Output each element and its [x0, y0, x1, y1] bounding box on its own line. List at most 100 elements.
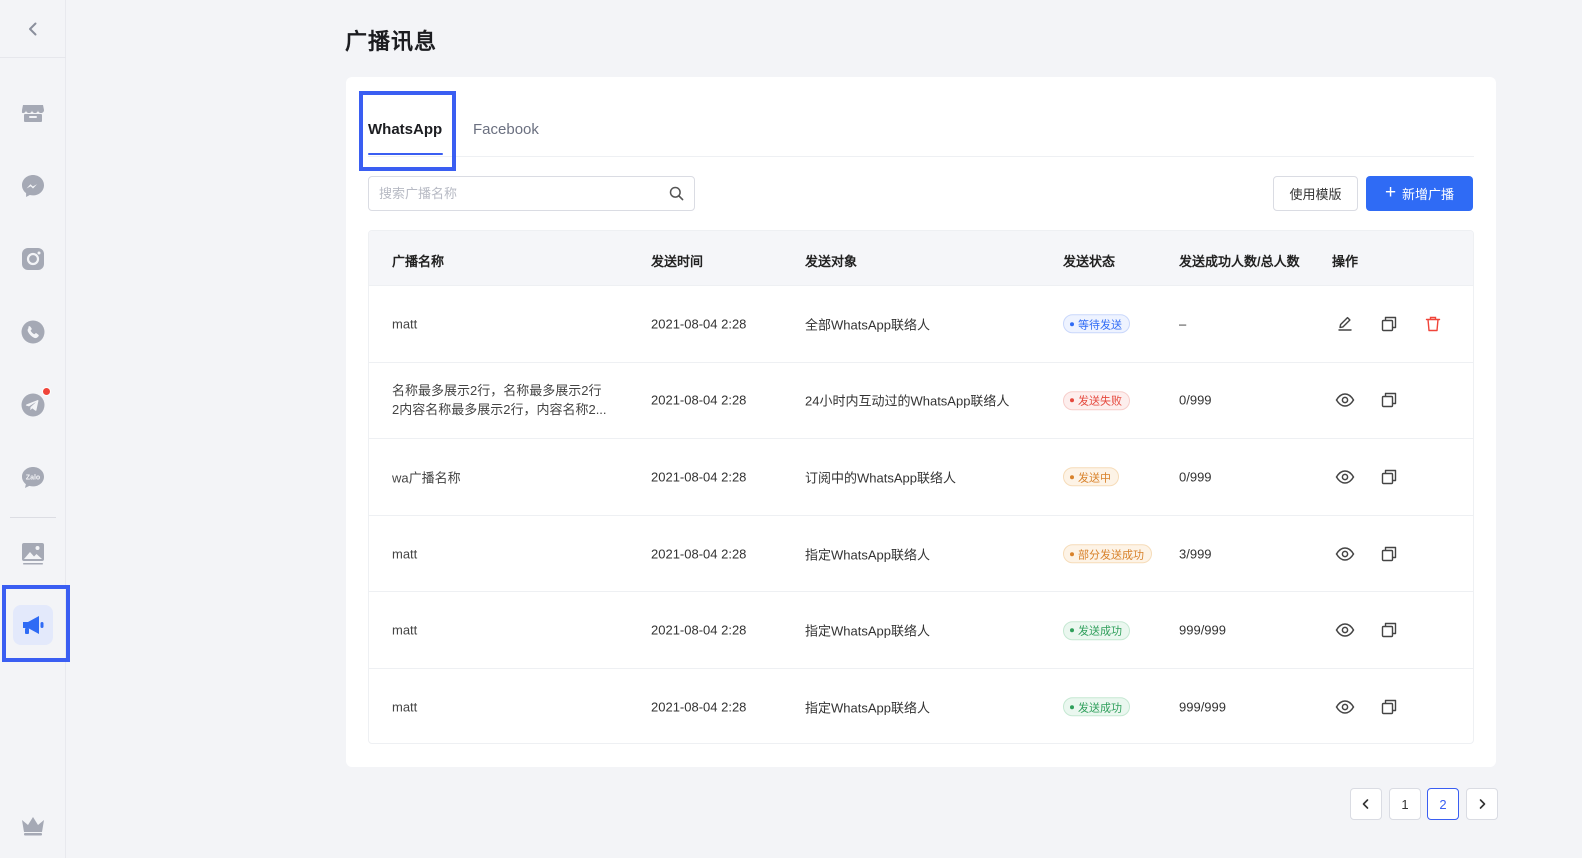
prev-page-button[interactable] [1350, 788, 1382, 820]
header-target: 发送对象 [805, 254, 858, 269]
copy-button[interactable] [1378, 543, 1400, 565]
status-label: 发送中 [1078, 472, 1111, 485]
zalo-icon: Zalo [22, 467, 44, 488]
header-actions: 操作 [1332, 254, 1359, 269]
status-label: 发送失败 [1078, 395, 1122, 408]
sidebar-item-premium[interactable] [13, 805, 53, 845]
add-broadcast-label: 新增广播 [1402, 187, 1455, 202]
eye-icon [1335, 698, 1355, 716]
copy-icon [1380, 315, 1398, 333]
sidebar-item-whatsapp[interactable] [13, 312, 53, 352]
status-dot [1070, 551, 1074, 556]
status-badge: 发送中 [1063, 467, 1119, 487]
page-2-button[interactable]: 2 [1427, 788, 1459, 820]
cell-target: 24小时内互动过的WhatsApp联络人 [805, 393, 1010, 409]
tab-highlight-box [359, 91, 456, 171]
broadcast-table: 广播名称 发送时间 发送对象 发送状态 发送成功人数/总人数 操作 matt 20… [368, 230, 1474, 744]
notification-dot [42, 387, 51, 396]
page-title: 广播讯息 [345, 29, 438, 54]
eye-icon [1335, 391, 1355, 409]
copy-icon [1380, 698, 1398, 716]
copy-icon [1380, 621, 1398, 639]
copy-icon [1380, 468, 1398, 486]
plus-icon: + [1384, 182, 1397, 203]
search-icon[interactable] [669, 186, 684, 201]
copy-icon [1380, 545, 1398, 563]
sidebar-item-gallery[interactable] [13, 533, 53, 573]
search-input[interactable] [369, 177, 649, 210]
search-box [368, 176, 695, 211]
cell-name: 名称最多展示2行，名称最多展示2行 2内容名称最多展示2行，内容名称2... [392, 381, 627, 419]
sidebar-item-zalo[interactable]: Zalo [13, 458, 53, 498]
table-row: matt 2021-08-04 2:28 指定WhatsApp联络人 发送成功 999/… [369, 667, 1473, 743]
view-button[interactable] [1334, 389, 1356, 411]
copy-button[interactable] [1378, 313, 1400, 335]
edit-button[interactable] [1334, 313, 1356, 335]
cell-time: 2021-08-04 2:28 [651, 469, 747, 485]
cell-time: 2021-08-04 2:28 [651, 622, 747, 638]
cell-count: – [1179, 316, 1187, 332]
table-row: wa广播名称 2021-08-04 2:28 订阅中的WhatsApp联络人 发送中 0… [369, 438, 1473, 515]
table-row: 名称最多展示2行，名称最多展示2行 2内容名称最多展示2行，内容名称2... 202… [369, 361, 1473, 439]
sidebar-divider [10, 517, 56, 518]
channel-tabs: WhatsApp Facebook [359, 91, 1474, 171]
svg-text:Zalo: Zalo [26, 475, 40, 482]
tab-facebook[interactable]: Facebook [473, 121, 539, 138]
status-badge: 发送失败 [1063, 391, 1130, 411]
header-name: 广播名称 [392, 254, 445, 269]
table-row: matt 2021-08-04 2:28 指定WhatsApp联络人 发送成功 999/… [369, 591, 1473, 668]
table-row: matt 2021-08-04 2:28 全部WhatsApp联络人 等待发送 – [369, 285, 1473, 362]
cell-time: 2021-08-04 2:28 [651, 316, 747, 332]
cell-status: 发送中 [1063, 467, 1119, 487]
copy-button[interactable] [1378, 389, 1400, 411]
delete-button[interactable] [1422, 313, 1444, 335]
view-button[interactable] [1334, 543, 1356, 565]
image-gallery-icon [22, 543, 44, 565]
add-broadcast-button[interactable]: + 新增广播 [1366, 176, 1473, 211]
status-label: 等待发送 [1078, 319, 1122, 332]
status-dot [1070, 398, 1074, 403]
status-badge: 发送成功 [1063, 620, 1130, 640]
chevron-left-icon [1362, 799, 1369, 809]
header-time: 发送时间 [651, 254, 704, 269]
sidebar-item-messenger[interactable] [13, 166, 53, 206]
cell-status: 发送成功 [1063, 697, 1130, 717]
status-dot [1070, 705, 1074, 710]
next-page-button[interactable] [1466, 788, 1498, 820]
use-template-button[interactable]: 使用模版 [1273, 176, 1358, 211]
trash-icon [1424, 315, 1442, 333]
status-dot [1070, 322, 1074, 327]
cell-count: 0/999 [1179, 469, 1212, 485]
cell-time: 2021-08-04 2:28 [651, 699, 747, 715]
table-body: matt 2021-08-04 2:28 全部WhatsApp联络人 等待发送 – 名称最… [369, 285, 1473, 743]
sidebar-item-store[interactable] [13, 93, 53, 133]
sidebar: Zalo [0, 0, 70, 858]
copy-icon [1380, 391, 1398, 409]
table-row: matt 2021-08-04 2:28 指定WhatsApp联络人 部分发送成功 3/… [369, 514, 1473, 592]
status-badge: 部分发送成功 [1063, 544, 1152, 564]
cell-status: 发送成功 [1063, 620, 1130, 640]
view-button[interactable] [1334, 696, 1356, 718]
cell-count: 999/999 [1179, 622, 1226, 638]
cell-name: matt [392, 699, 418, 715]
sidebar-item-instagram[interactable] [13, 239, 53, 279]
page-1-button[interactable]: 1 [1389, 788, 1421, 820]
cell-name-line: 名称最多展示2行，名称最多展示2行 [392, 383, 602, 399]
cell-status: 部分发送成功 [1063, 544, 1152, 564]
cell-status: 发送失败 [1063, 391, 1130, 411]
cell-time: 2021-08-04 2:28 [651, 546, 747, 562]
cell-name: wa广播名称 [392, 470, 461, 486]
collapse-sidebar-button[interactable] [0, 0, 66, 58]
view-button[interactable] [1334, 619, 1356, 641]
cell-status: 等待发送 [1063, 314, 1130, 334]
eye-icon [1335, 468, 1355, 486]
copy-button[interactable] [1378, 696, 1400, 718]
copy-button[interactable] [1378, 619, 1400, 641]
whatsapp-icon [21, 320, 45, 344]
sidebar-item-telegram[interactable] [13, 385, 53, 425]
copy-button[interactable] [1378, 466, 1400, 488]
view-button[interactable] [1334, 466, 1356, 488]
cell-name-line: 2内容名称最多展示2行，内容名称2... [392, 402, 607, 418]
cell-target: 指定WhatsApp联络人 [805, 547, 930, 563]
cell-count: 3/999 [1179, 546, 1212, 562]
